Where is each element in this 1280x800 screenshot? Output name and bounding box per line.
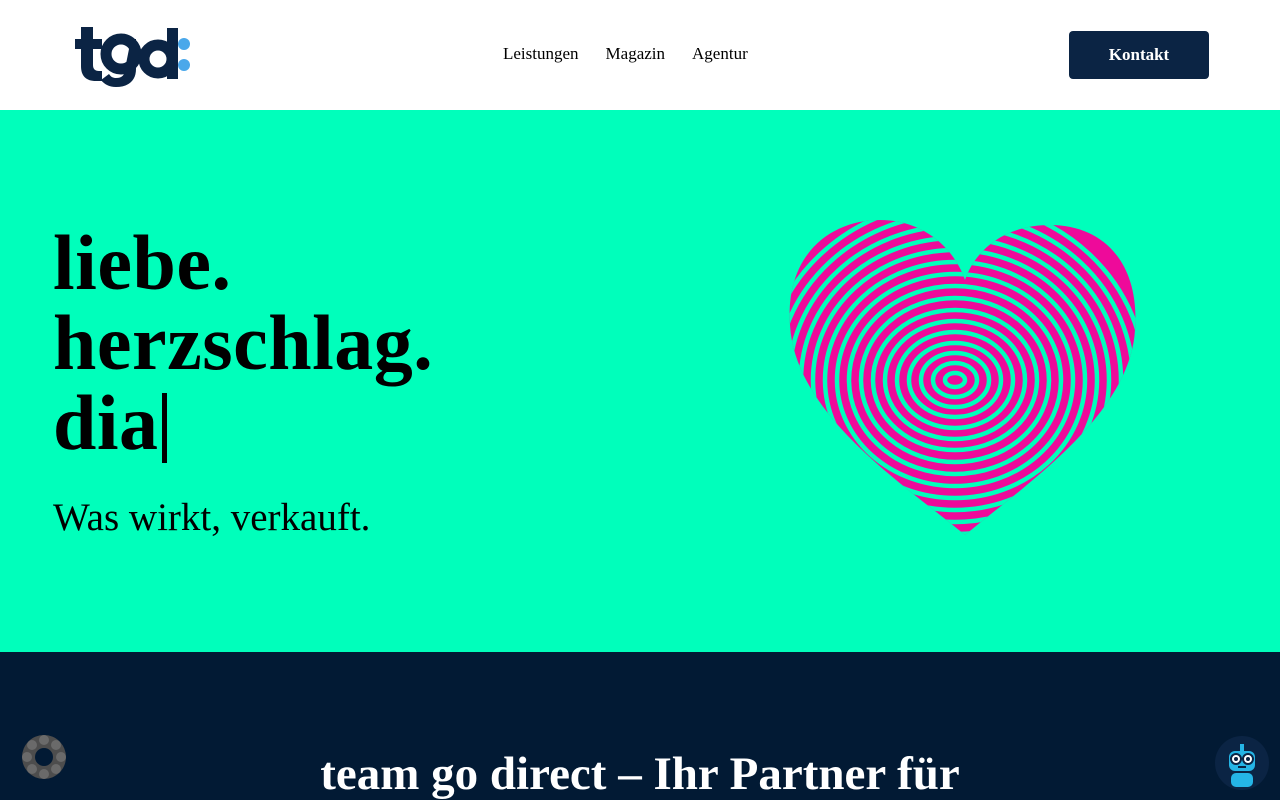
intro-heading: team go direct – Ihr Partner für (320, 748, 960, 800)
typing-cursor (161, 393, 167, 463)
headline-line-2: herzschlag. (53, 299, 434, 386)
tgd-logo[interactable] (70, 22, 195, 88)
intro-section: team go direct – Ihr Partner für (0, 652, 1280, 800)
hero-tagline: Was wirkt, verkauft. (53, 496, 371, 539)
site-header: Leistungen Magazin Agentur Kontakt (0, 0, 1280, 110)
hero-section: liebe. herzschlag. dia Was wirkt, verkau… (0, 110, 1280, 652)
hero-headline: liebe. herzschlag. dia (53, 223, 433, 463)
main-nav: Leistungen Magazin Agentur (503, 44, 748, 64)
contact-button[interactable]: Kontakt (1069, 31, 1209, 79)
cookie-settings-icon[interactable] (19, 732, 69, 782)
headline-typing-text: dia (53, 379, 159, 466)
fingerprint-heart-image (789, 220, 1136, 535)
nav-agentur[interactable]: Agentur (692, 44, 748, 64)
chatbot-robot-icon[interactable] (1214, 735, 1270, 791)
nav-leistungen[interactable]: Leistungen (503, 44, 579, 64)
nav-magazin[interactable]: Magazin (606, 44, 665, 64)
headline-line-3: dia (53, 383, 433, 463)
headline-line-1: liebe. (53, 219, 232, 306)
